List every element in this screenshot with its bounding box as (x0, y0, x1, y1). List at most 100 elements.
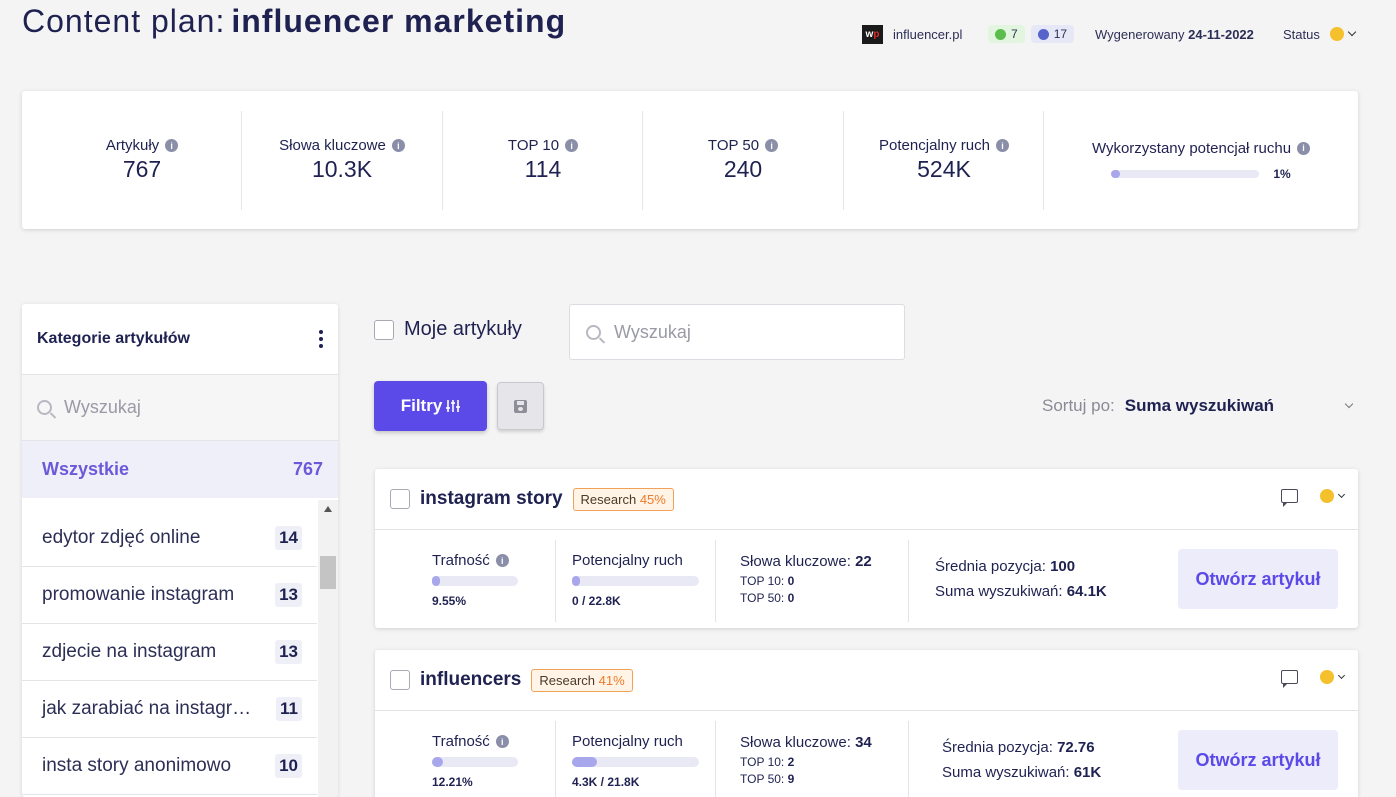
used-potential-row: 1% (1111, 167, 1291, 181)
status-dropdown[interactable] (1320, 489, 1346, 503)
stat-value: 10.3K (311, 156, 373, 182)
avg-position-label: Średnia pozycja: (935, 558, 1046, 575)
divider (908, 540, 909, 622)
traffic-fill (572, 757, 598, 767)
comment-icon[interactable] (1281, 489, 1298, 507)
top50-label: TOP 50: (740, 591, 785, 605)
category-label: edytor zdjęć online (42, 527, 201, 548)
stat-label: Potencjalny ruch (879, 137, 990, 154)
category-item[interactable]: promowanie instagram 13 (22, 567, 317, 624)
info-icon[interactable]: i (565, 139, 579, 152)
category-label: insta story anonimowo (42, 755, 232, 776)
scroll-thumb[interactable] (320, 556, 336, 589)
sidebar-item-count: 767 (292, 459, 323, 479)
relevance: Trafność i 12.21% (432, 733, 518, 797)
filters-button[interactable]: Filtry (374, 381, 487, 431)
chevron-down-icon (1337, 490, 1346, 498)
top10-label: TOP 10: (740, 755, 785, 769)
divider (555, 540, 556, 622)
category-item[interactable]: jak zarabiać na instagr… 11 (22, 681, 317, 738)
traffic-bar (572, 576, 699, 586)
chevron-down-icon (1347, 27, 1357, 37)
sidebar-item-all[interactable]: Wszystkie 767 (22, 441, 338, 498)
green-count-badge[interactable]: 7 (988, 25, 1025, 43)
badge-label: Research (580, 491, 637, 507)
article-search-placeholder: Wyszukaj (614, 321, 691, 342)
article-body: Trafność i 9.55% Potencjalny ruch 0 / 22.… (375, 530, 1358, 628)
star-icon (995, 28, 1006, 40)
stat-label: Wykorzystany potencjał ruchu (1091, 139, 1292, 157)
avg-position-label: Średnia pozycja: (942, 739, 1053, 756)
sidebar-search[interactable]: Wyszukaj (22, 375, 338, 441)
category-item[interactable]: insta story anonimowo 10 (22, 738, 317, 795)
relevance-fill (432, 757, 443, 767)
sidebar-scrollbar[interactable] (318, 500, 338, 797)
article-title[interactable]: instagram story (420, 488, 563, 510)
sort-value: Suma wyszukiwań (1124, 396, 1275, 415)
traffic-label: Potencjalny ruch (572, 733, 683, 750)
article-search-input[interactable]: Wyszukaj (569, 304, 905, 360)
status-dropdown[interactable]: Status (1283, 22, 1357, 46)
keywords-info: Słowa kluczowe: 22 TOP 10: 0 TOP 50: 0 (740, 553, 872, 651)
info-icon[interactable]: i (391, 139, 405, 152)
article-checkbox[interactable] (390, 489, 410, 509)
scroll-up-arrow-icon[interactable] (324, 506, 332, 512)
status-label: Status (1283, 26, 1320, 42)
blue-count: 17 (1053, 27, 1068, 41)
stat-keywords: Słowa kluczowe i 10.3K (242, 91, 442, 229)
stat-value: 524K (917, 156, 971, 182)
relevance-bar (432, 576, 518, 586)
keywords-value: 34 (855, 734, 872, 751)
my-articles-checkbox[interactable] (374, 319, 394, 340)
stat-top10: TOP 10 i 114 (443, 91, 643, 229)
traffic-bar (572, 757, 699, 767)
status-dropdown[interactable] (1320, 670, 1346, 684)
top50-value: 9 (787, 772, 795, 786)
blue-count-badge[interactable]: 17 (1030, 25, 1075, 43)
site-logo: wp (862, 24, 883, 44)
divider (715, 540, 716, 622)
info-icon[interactable]: i (995, 139, 1009, 152)
search-icon (586, 324, 601, 340)
open-article-button[interactable]: Otwórz artykuł (1178, 730, 1338, 790)
top10-value: 2 (787, 755, 795, 769)
search-icon (37, 400, 52, 415)
position-info: Średnia pozycja: 72.76 Suma wyszukiwań: … (942, 735, 1101, 797)
top10-label: TOP 10: (740, 574, 785, 588)
open-article-button[interactable]: Otwórz artykuł (1178, 549, 1338, 609)
star-icon (1037, 28, 1049, 40)
sidebar-search-placeholder: Wyszukaj (64, 397, 141, 417)
save-filters-button[interactable] (497, 382, 544, 430)
more-vertical-icon[interactable] (319, 330, 323, 348)
sort-dropdown[interactable]: Sortuj po: Suma wyszukiwań (1042, 396, 1354, 416)
research-badge: Research 41% (531, 668, 633, 692)
article-checkbox[interactable] (390, 670, 410, 690)
info-icon[interactable]: i (165, 139, 179, 152)
article-title[interactable]: influencers (420, 669, 521, 691)
avg-position-value: 72.76 (1057, 739, 1095, 756)
info-icon[interactable]: i (765, 139, 779, 152)
comment-icon[interactable] (1281, 670, 1298, 688)
my-articles-toggle[interactable]: Moje artykuły (374, 318, 522, 341)
sidebar-header: Kategorie artykułów (22, 304, 338, 375)
relevance-label: Trafność (432, 552, 490, 569)
green-count: 7 (1011, 27, 1018, 41)
badges: 7 17 (988, 22, 1075, 46)
category-item[interactable]: edytor zdjęć online 14 (22, 510, 317, 567)
category-label: zdjecie na instagram (42, 641, 217, 662)
keywords-label: Słowa kluczowe: (740, 734, 851, 751)
research-badge: Research 45% (572, 487, 674, 511)
relevance-label: Trafność (432, 733, 490, 750)
divider (715, 721, 716, 797)
info-icon[interactable]: i (495, 554, 509, 567)
stat-label: TOP 10 (507, 137, 560, 154)
stat-label: Artykuły (105, 137, 160, 154)
relevance-bar (432, 757, 518, 767)
article-body: Trafność i 12.21% Potencjalny ruch 4.3K /… (375, 711, 1358, 797)
category-item[interactable]: zdjecie na instagram 13 (22, 624, 317, 681)
info-icon[interactable]: i (495, 735, 509, 748)
stat-top50: TOP 50 i 240 (643, 91, 843, 229)
search-sum-value: 64.1K (1066, 583, 1107, 600)
category-count: 13 (275, 583, 302, 607)
info-icon[interactable]: i (1297, 141, 1311, 155)
